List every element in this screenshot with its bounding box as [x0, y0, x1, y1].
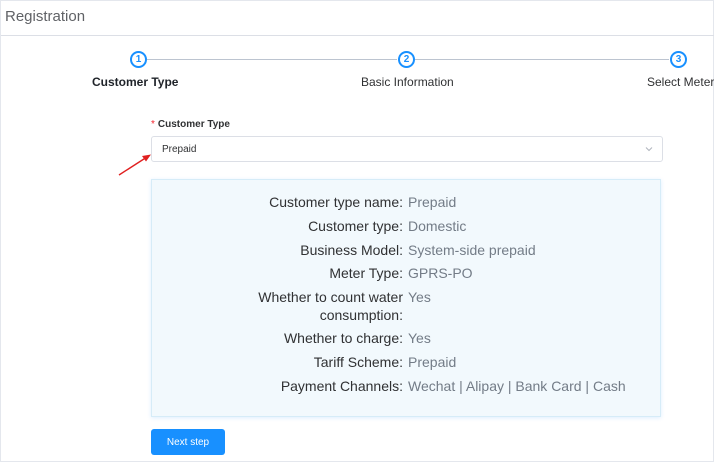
- step-2-label: Basic Information: [361, 75, 454, 89]
- detail-value: Yes: [408, 330, 431, 346]
- customer-type-label: * Customer Type: [151, 119, 230, 130]
- required-mark: *: [151, 119, 155, 130]
- customer-type-details-panel: Customer type name: Prepaid Customer typ…: [151, 179, 661, 417]
- detail-key: Customer type:: [308, 218, 403, 234]
- registration-window: Registration 1 2 3 Customer Type Basic I…: [0, 0, 714, 462]
- step-2-indicator: 2: [398, 51, 415, 68]
- step-connector: [147, 59, 397, 60]
- detail-value: Wechat | Alipay | Bank Card | Cash: [408, 378, 626, 394]
- step-3-label: Select Meter: [647, 75, 714, 89]
- detail-value: Prepaid: [408, 194, 457, 210]
- customer-type-select[interactable]: Prepaid: [151, 136, 663, 162]
- detail-value: GPRS-PO: [408, 265, 473, 281]
- detail-key: Customer type name:: [269, 194, 403, 210]
- detail-key: Payment Channels:: [280, 378, 403, 394]
- next-step-button[interactable]: Next step: [151, 429, 225, 455]
- detail-key: Whether to charge:: [283, 330, 403, 346]
- customer-type-label-text: Customer Type: [157, 119, 230, 130]
- step-1-label: Customer Type: [92, 75, 179, 89]
- customer-type-selected-value: Prepaid: [162, 144, 197, 155]
- detail-key: Whether to count water: [258, 289, 403, 305]
- step-3-number: 3: [675, 53, 682, 65]
- detail-value: Prepaid: [408, 354, 457, 370]
- page-header: Registration: [1, 1, 714, 36]
- detail-value: Yes: [408, 289, 431, 305]
- step-connector: [415, 59, 669, 60]
- detail-key: Tariff Scheme:: [313, 354, 403, 370]
- page-title: Registration: [5, 8, 86, 25]
- step-1-indicator: 1: [130, 51, 147, 68]
- step-1-number: 1: [135, 53, 142, 65]
- chevron-down-icon: [645, 147, 653, 152]
- step-2-number: 2: [403, 53, 410, 65]
- annotation-arrow-icon: [118, 154, 151, 176]
- detail-key: Meter Type:: [329, 265, 403, 281]
- detail-value: Domestic: [408, 218, 467, 234]
- step-3-indicator: 3: [670, 51, 687, 68]
- detail-key-continued: consumption:: [319, 307, 403, 323]
- detail-key: Business Model:: [300, 242, 403, 258]
- detail-value: System-side prepaid: [408, 242, 536, 258]
